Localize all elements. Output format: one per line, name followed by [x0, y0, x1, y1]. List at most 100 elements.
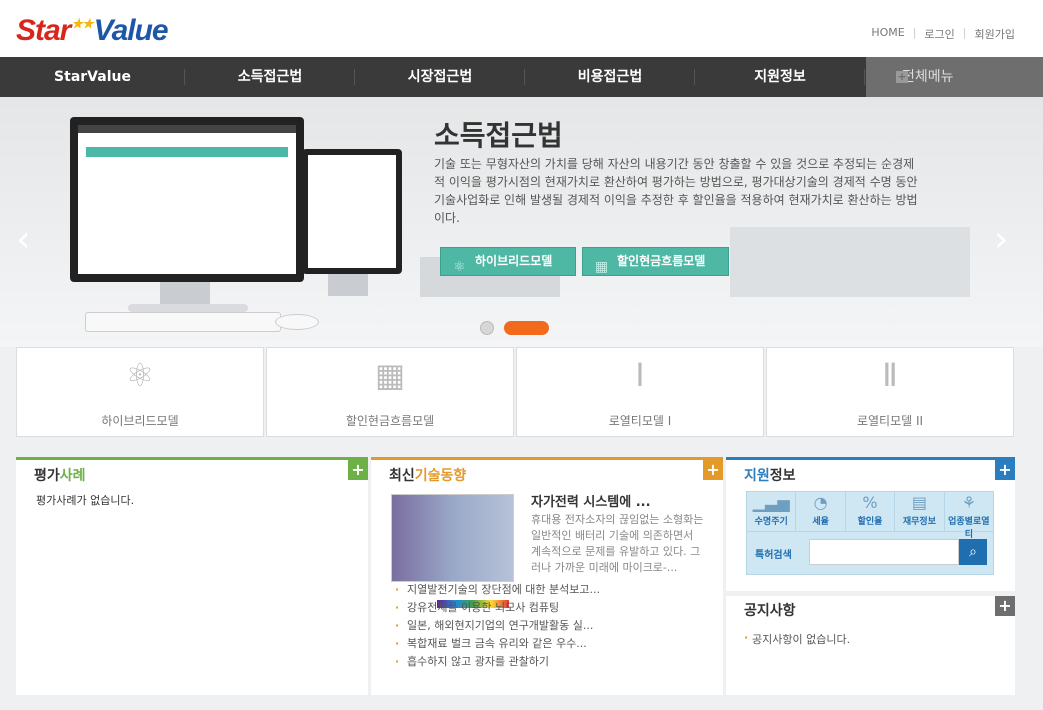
icon-label: 할인율: [857, 517, 883, 527]
title-highlight: 기술동향: [414, 468, 467, 484]
slide-indicators: [480, 321, 549, 335]
trends-more-button[interactable]: +: [703, 460, 723, 480]
news-item[interactable]: 흡수하지 않고 광자를 관찰하기: [395, 653, 600, 671]
cases-empty-message: 평가사례가 없습니다.: [36, 494, 135, 507]
industry-royalty-button[interactable]: ⚘ 업종별로열티: [945, 492, 993, 540]
model-label: 할인현금흐름모델: [345, 414, 435, 428]
medal-1-icon: Ⅰ: [635, 356, 645, 394]
nav-item-starvalue[interactable]: StarValue: [0, 57, 185, 97]
top-links: HOME | 로그인 | 회원가입: [871, 26, 1015, 42]
main-nav: StarValue 소득접근법 시장접근법 비용접근법 지원정보 + 전체메뉴: [0, 57, 1043, 97]
notice-more-button[interactable]: +: [995, 596, 1015, 616]
news-item[interactable]: 복합재료 벌크 금속 유리와 같은 우수...: [395, 635, 600, 653]
news-thumbnail[interactable]: [391, 494, 514, 608]
patent-search-label: 특허검색: [755, 550, 792, 561]
monitor-stand-small: [328, 274, 368, 296]
all-menu-label: 전체메뉴: [902, 69, 954, 85]
trends-title: 최신기술동향: [389, 465, 466, 485]
all-menu-button[interactable]: + 전체메뉴: [866, 57, 1043, 97]
nav-item-income[interactable]: 소득접근법: [185, 57, 355, 97]
news-item[interactable]: 지열발전기술의 장단점에 대한 분석보고...: [395, 581, 600, 599]
dcf-model-button[interactable]: ▦ 할인현금흐름모델: [582, 247, 729, 276]
model-card-hybrid[interactable]: ⚛ 하이브리드모델: [16, 347, 264, 437]
discount-rate-button[interactable]: % 할인율: [846, 492, 896, 531]
monitor-base: [128, 304, 248, 312]
title-part: 정보: [769, 468, 796, 484]
model-shortcuts: ⚛ 하이브리드모델 ▦ 할인현금흐름모델 Ⅰ 로열티모델 I Ⅱ 로열티모델 I…: [16, 347, 1014, 437]
notice-title: 공지사항: [744, 603, 796, 619]
icon-label: 업종별로열티: [948, 517, 990, 540]
notice-empty-message: 공지사항이 없습니다.: [744, 631, 850, 647]
panel-topline: [726, 457, 1015, 460]
search-icon[interactable]: ⌕: [959, 539, 987, 565]
icon-label: 수명주기: [754, 517, 788, 527]
news-item[interactable]: 강유전체를 이용한 뇌모사 컴퓨팅: [395, 599, 600, 617]
icon-label: 재무정보: [902, 517, 936, 527]
panel-topline: [16, 457, 368, 460]
model-label: 로열티모델 I: [608, 414, 672, 428]
bar-chart-icon: ▁▃▅: [752, 493, 790, 512]
model-label: 하이브리드모델: [101, 414, 179, 428]
support-panel: 지원정보 + ▁▃▅ 수명주기 ◔ 세율 % 할인율 ▤ 재무정보 ⚘ 업종별로열티 특허…: [726, 457, 1015, 591]
finance-icon: ▤: [911, 493, 927, 512]
notice-panel: 공지사항 + 공지사항이 없습니다.: [726, 596, 1015, 695]
nav-item-market[interactable]: 시장접근법: [355, 57, 525, 97]
plus-icon: +: [896, 70, 908, 83]
city-silhouette: [730, 227, 970, 297]
slide-dot-active[interactable]: [504, 321, 549, 335]
monitor-image: [70, 117, 304, 282]
finance-info-button[interactable]: ▤ 재무정보: [895, 492, 945, 531]
title-highlight: 사례: [59, 468, 86, 484]
cases-panel: 평가사례 + 평가사례가 없습니다.: [16, 457, 368, 695]
support-box: ▁▃▅ 수명주기 ◔ 세율 % 할인율 ▤ 재무정보 ⚘ 업종별로열티 특허검색 ⌕: [746, 491, 994, 575]
bricks-icon: ▦: [374, 356, 406, 394]
featured-news-title[interactable]: 자가전력 시스템에 ...: [531, 491, 651, 510]
monitor-image-small: [302, 149, 402, 274]
tax-rate-button[interactable]: ◔ 세율: [796, 492, 846, 531]
home-link[interactable]: HOME: [871, 26, 904, 42]
title-part: 최신: [389, 468, 415, 484]
trends-panel: 최신기술동향 + 자가전력 시스템에 ... 휴대용 전자소자의 끊임없는 소형…: [371, 457, 723, 695]
atom-icon: ⚛: [453, 259, 466, 275]
stars-icon: ★★: [71, 16, 93, 31]
dcf-model-label: 할인현금흐름모델: [617, 254, 706, 268]
support-title: 지원정보: [744, 465, 796, 485]
login-link[interactable]: 로그인: [924, 26, 954, 42]
hybrid-model-button[interactable]: ⚛ 하이브리드모델: [440, 247, 576, 276]
hybrid-model-label: 하이브리드모델: [475, 254, 553, 268]
logo-part2: Value: [93, 14, 169, 47]
starvalue-logo[interactable]: Star★★Value: [16, 14, 169, 48]
nav-item-support[interactable]: 지원정보: [695, 57, 865, 97]
separator: |: [962, 26, 967, 39]
support-more-button[interactable]: +: [995, 460, 1015, 480]
logo-part1: Star: [16, 14, 71, 47]
patent-search-input[interactable]: [809, 539, 959, 565]
next-slide-arrow-icon[interactable]: ›: [994, 219, 1008, 260]
news-list: 지열발전기술의 장단점에 대한 분석보고... 강유전체를 이용한 뇌모사 컴퓨…: [395, 581, 600, 671]
model-card-royalty-2[interactable]: Ⅱ 로열티모델 II: [766, 347, 1014, 437]
cases-more-button[interactable]: +: [348, 460, 368, 480]
prev-slide-arrow-icon[interactable]: ‹: [16, 219, 30, 260]
pie-chart-icon: ◔: [813, 493, 828, 512]
visual-description: 기술 또는 무형자산의 가치를 당해 자산의 내용기간 동안 창출할 수 있을 …: [434, 157, 918, 225]
cases-title: 평가사례: [34, 465, 86, 485]
mouse-image: [275, 314, 319, 330]
site-header: Star★★Value HOME | 로그인 | 회원가입: [0, 0, 1043, 57]
icon-label: 세율: [812, 517, 829, 527]
keyboard-image: [85, 312, 281, 332]
visual-title: 소득접근법: [434, 119, 563, 152]
model-card-dcf[interactable]: ▦ 할인현금흐름모델: [266, 347, 514, 437]
atom-icon: ⚛: [125, 356, 155, 394]
featured-news-summary: 휴대용 전자소자의 끊임없는 소형화는 일반적인 배터리 기술에 의존하면서 계…: [531, 513, 704, 574]
model-card-royalty-1[interactable]: Ⅰ 로열티모델 I: [516, 347, 764, 437]
bricks-icon: ▦: [595, 259, 609, 275]
support-icons: ▁▃▅ 수명주기 ◔ 세율 % 할인율 ▤ 재무정보 ⚘ 업종별로열티: [747, 492, 993, 540]
medal-2-icon: Ⅱ: [882, 356, 898, 394]
separator: |: [912, 26, 917, 39]
lifecycle-button[interactable]: ▁▃▅ 수명주기: [747, 492, 797, 531]
news-item[interactable]: 일본, 해외현지기업의 연구개발활동 실...: [395, 617, 600, 635]
slide-dot[interactable]: [480, 321, 494, 335]
title-highlight: 지원: [744, 468, 770, 484]
nav-item-cost[interactable]: 비용접근법: [525, 57, 695, 97]
signup-link[interactable]: 회원가입: [975, 26, 1015, 42]
